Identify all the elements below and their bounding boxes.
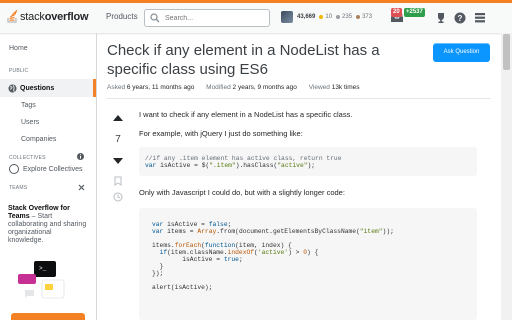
top-bar: stackoverflow Products 43,669 10 235 373… bbox=[0, 0, 512, 33]
sidebar-heading-teams: TEAMS bbox=[9, 185, 28, 191]
sidebar-item-label: Questions bbox=[20, 84, 55, 92]
inbox-badge: 20 bbox=[391, 8, 402, 17]
question-title[interactable]: Check if any element in a NodeList has a… bbox=[107, 41, 407, 79]
help-icon[interactable]: ? bbox=[454, 12, 466, 24]
code-token: ".item" bbox=[209, 162, 236, 169]
stackoverflow-logo[interactable]: stackoverflow bbox=[7, 10, 89, 23]
teams-illustration: >_ bbox=[18, 261, 65, 299]
sidebar-item-home[interactable]: Home bbox=[9, 45, 28, 52]
post-paragraph-1: I want to check if any element in a Node… bbox=[139, 110, 353, 119]
user-card[interactable]: 43,669 10 235 373 bbox=[281, 11, 372, 23]
sidebar-heading-collectives: COLLECTIVES bbox=[9, 155, 46, 161]
post-paragraph-3: Only with Javascript I could do, but wit… bbox=[139, 188, 345, 197]
code-token: } bbox=[159, 263, 164, 270]
teams-promo-text: Stack Overflow for Teams – Start collabo… bbox=[8, 205, 88, 245]
header-divider bbox=[107, 98, 491, 99]
asked-value: 6 years, 11 months ago bbox=[126, 84, 195, 91]
code-token: var bbox=[152, 221, 164, 228]
code-comment: //if any .item element has active class,… bbox=[145, 155, 342, 162]
code-token: (item.className. bbox=[167, 249, 228, 256]
logo-wordmark: stackoverflow bbox=[20, 10, 89, 23]
gold-badge-icon bbox=[319, 15, 324, 19]
code-token: items. bbox=[152, 242, 175, 249]
code-token: if bbox=[159, 249, 168, 256]
sidebar-item-questions[interactable]: Questions bbox=[0, 79, 96, 97]
code-token: Array bbox=[197, 228, 217, 235]
code-token: isActive = bbox=[163, 221, 209, 228]
code-token: isActive = bbox=[182, 256, 224, 263]
code-token: var bbox=[145, 162, 157, 169]
bookmark-icon[interactable] bbox=[114, 176, 122, 186]
code-block-jquery: //if any .item element has active class,… bbox=[139, 147, 477, 176]
viewed-value: 13k times bbox=[331, 84, 360, 91]
modified-value[interactable]: 2 years, 9 months ago bbox=[233, 84, 297, 91]
modified-label: Modified bbox=[206, 84, 231, 91]
search-icon bbox=[150, 13, 160, 23]
close-icon[interactable] bbox=[78, 184, 85, 191]
scrollbar-thumb[interactable] bbox=[503, 34, 510, 70]
search-box[interactable] bbox=[144, 9, 270, 27]
ask-question-button[interactable]: Ask Question bbox=[433, 43, 490, 62]
reputation-count: 43,669 bbox=[297, 14, 316, 20]
code-token: .from(document.getElementsByClassName( bbox=[216, 228, 360, 235]
sidebar-item-label: Explore Collectives bbox=[23, 165, 83, 173]
code-token: var bbox=[152, 228, 164, 235]
code-token: "item" bbox=[359, 228, 383, 235]
site-switcher-icon[interactable] bbox=[474, 12, 486, 24]
globe-icon bbox=[8, 84, 17, 92]
sidebar-heading-public: PUBLIC bbox=[9, 68, 29, 74]
search-input[interactable] bbox=[165, 14, 265, 22]
code-token: ) > bbox=[288, 249, 304, 256]
code-token: function bbox=[204, 242, 236, 249]
downvote-icon[interactable] bbox=[113, 158, 123, 164]
svg-text:?: ? bbox=[458, 14, 463, 23]
left-sidebar: Home PUBLIC Questions Tags Users Compani… bbox=[0, 33, 97, 320]
bronze-badge-count: 373 bbox=[362, 14, 373, 20]
code-token: ; bbox=[227, 221, 232, 228]
achievements-badge: +2537 bbox=[404, 8, 425, 17]
page-scrollbar[interactable] bbox=[501, 33, 512, 320]
code-block-vanilla-js: var isActive = false; var items = Array.… bbox=[139, 208, 477, 320]
code-token: )); bbox=[382, 228, 394, 235]
code-token: (item, index) { bbox=[235, 242, 292, 249]
asked-label: Asked bbox=[107, 84, 126, 91]
question-meta: Asked 6 years, 11 months ago Modified 2 … bbox=[107, 84, 370, 91]
svg-text:>_: >_ bbox=[39, 265, 47, 272]
code-token: isActive = $( bbox=[156, 162, 210, 169]
post-paragraph-2: For example, with jQuery I just do somet… bbox=[139, 129, 303, 138]
code-token: 'active' bbox=[257, 249, 289, 256]
code-token: false bbox=[208, 221, 228, 228]
code-token: indexOf bbox=[227, 249, 255, 256]
silver-badge-count: 235 bbox=[342, 14, 353, 20]
history-icon[interactable] bbox=[113, 192, 123, 202]
info-icon[interactable] bbox=[77, 153, 84, 160]
sidebar-item-tags[interactable]: Tags bbox=[21, 102, 36, 109]
code-token: items = bbox=[163, 228, 198, 235]
code-token: true bbox=[223, 256, 239, 263]
code-token: ; bbox=[238, 256, 243, 263]
sidebar-item-explore-collectives[interactable]: Explore Collectives bbox=[9, 164, 83, 174]
gold-badge-count: 10 bbox=[325, 14, 333, 20]
code-token: "active" bbox=[277, 162, 308, 169]
teams-cta-button[interactable] bbox=[11, 313, 85, 320]
sidebar-item-companies[interactable]: Companies bbox=[21, 136, 56, 143]
sidebar-item-users[interactable]: Users bbox=[21, 119, 39, 126]
code-token: ) { bbox=[306, 249, 319, 256]
code-token: }); bbox=[152, 270, 164, 277]
trophy-icon[interactable] bbox=[435, 12, 447, 24]
silver-badge-icon bbox=[336, 15, 341, 19]
upvote-icon[interactable] bbox=[113, 115, 123, 121]
avatar[interactable] bbox=[281, 11, 293, 23]
code-token: ).hasClass( bbox=[235, 162, 278, 169]
viewed-label: Viewed bbox=[308, 84, 330, 91]
code-token: alert(isActive); bbox=[152, 284, 213, 291]
vote-count: 7 bbox=[115, 134, 121, 145]
bronze-badge-icon bbox=[356, 15, 361, 19]
collectives-icon bbox=[9, 164, 19, 174]
code-token: forEach bbox=[174, 242, 202, 249]
code-token: ); bbox=[307, 162, 316, 169]
stackoverflow-logo-icon bbox=[7, 10, 18, 23]
products-menu[interactable]: Products bbox=[106, 12, 138, 21]
